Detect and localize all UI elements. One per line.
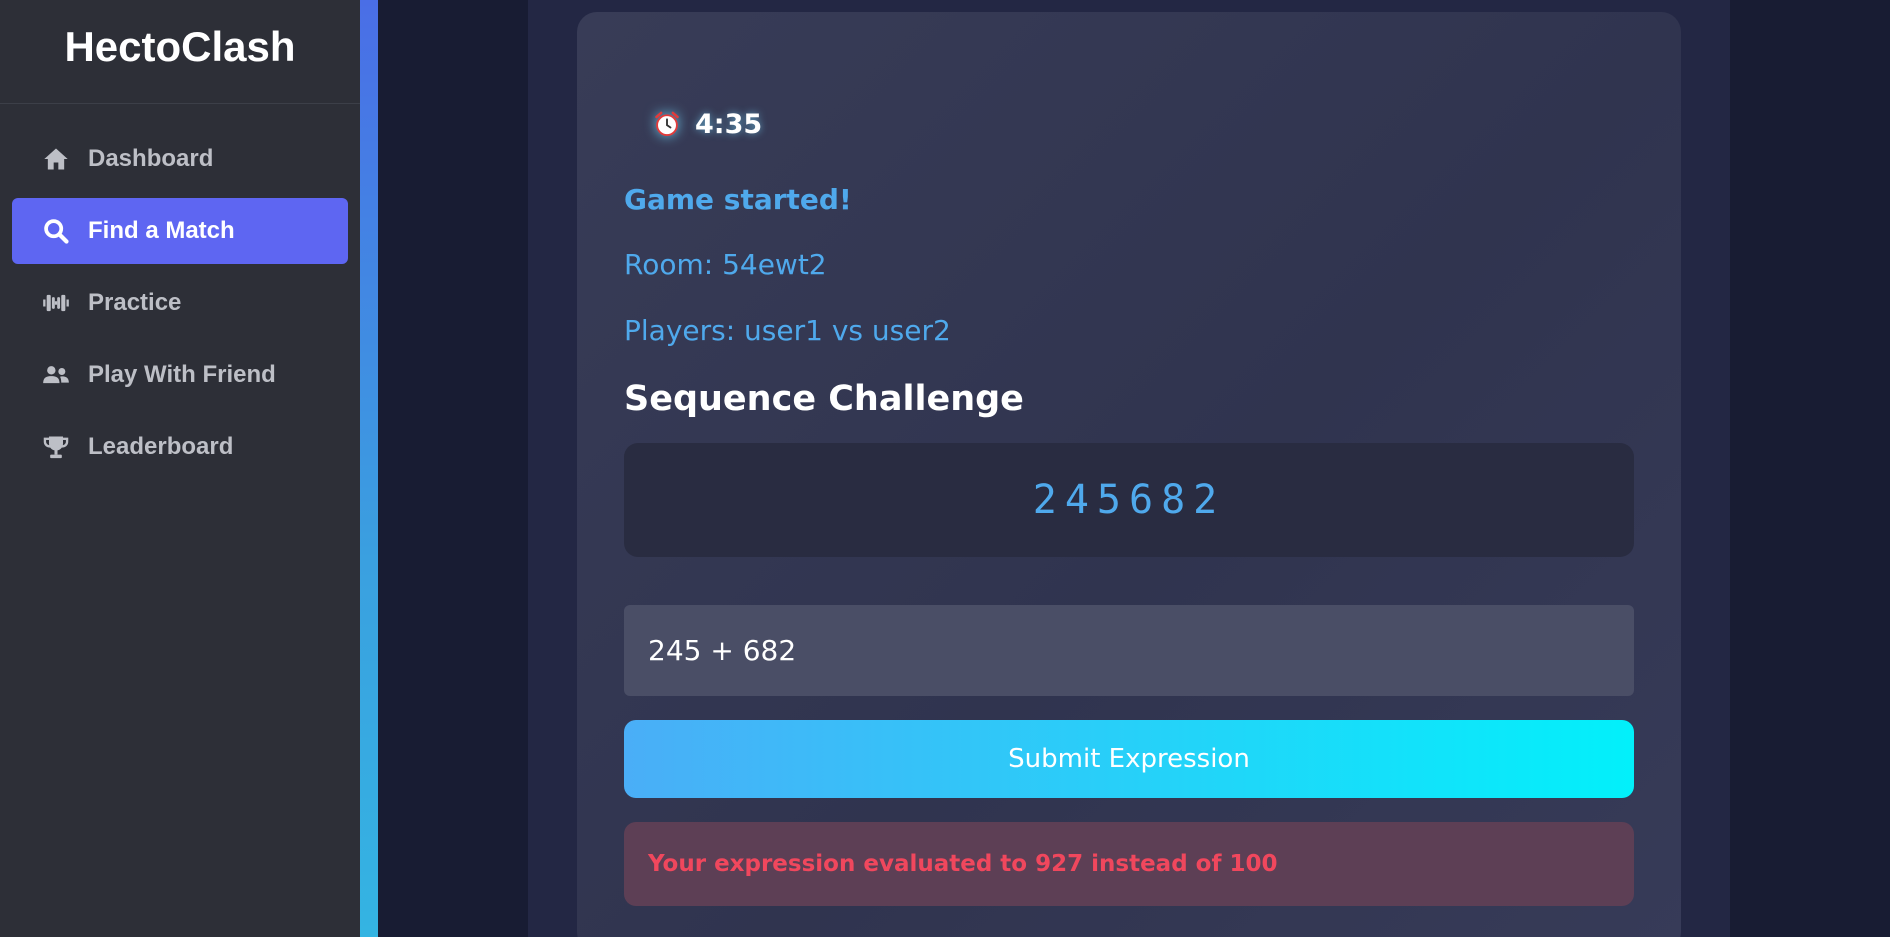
challenge-title: Sequence Challenge (624, 379, 1024, 419)
users-icon (42, 361, 70, 389)
sidebar-item-play-with-friend[interactable]: Play With Friend (12, 342, 348, 408)
error-message-box: Your expression evaluated to 927 instead… (624, 822, 1634, 906)
sidebar-item-label: Find a Match (88, 217, 235, 244)
players-info: Players: user1 vs user2 (624, 314, 951, 347)
home-icon (42, 145, 70, 173)
submit-expression-button[interactable]: Submit Expression (624, 720, 1634, 798)
sidebar-item-practice[interactable]: Practice (12, 270, 348, 336)
alarm-clock-icon (655, 111, 679, 137)
sidebar: HectoClash Dashboard Find a Match Practi… (0, 0, 360, 937)
expression-input[interactable] (624, 605, 1634, 696)
sidebar-item-find-a-match[interactable]: Find a Match (12, 198, 348, 264)
sequence-digits: 245682 (1032, 477, 1226, 523)
search-icon (42, 217, 70, 245)
sidebar-item-leaderboard[interactable]: Leaderboard (12, 414, 348, 480)
app-title[interactable]: HectoClash (64, 23, 295, 71)
dumbbell-icon (42, 289, 70, 317)
sidebar-item-dashboard[interactable]: Dashboard (12, 126, 348, 192)
error-message: Your expression evaluated to 927 instead… (648, 851, 1278, 877)
brand: HectoClash (0, 0, 360, 104)
sidebar-item-label: Play With Friend (88, 361, 276, 388)
sidebar-item-label: Practice (88, 289, 182, 316)
sidebar-item-label: Leaderboard (88, 433, 234, 460)
game-status: Game started! (624, 183, 852, 216)
sequence-display: 245682 (624, 443, 1634, 557)
trophy-icon (42, 433, 70, 461)
timer: 4:35 (653, 104, 762, 144)
sidebar-item-label: Dashboard (88, 145, 214, 172)
sidebar-nav: Dashboard Find a Match Practice Play Wit… (0, 104, 360, 480)
timer-value: 4:35 (695, 108, 763, 140)
sidebar-edge-strip (360, 0, 378, 937)
room-id: Room: 54ewt2 (624, 248, 827, 281)
